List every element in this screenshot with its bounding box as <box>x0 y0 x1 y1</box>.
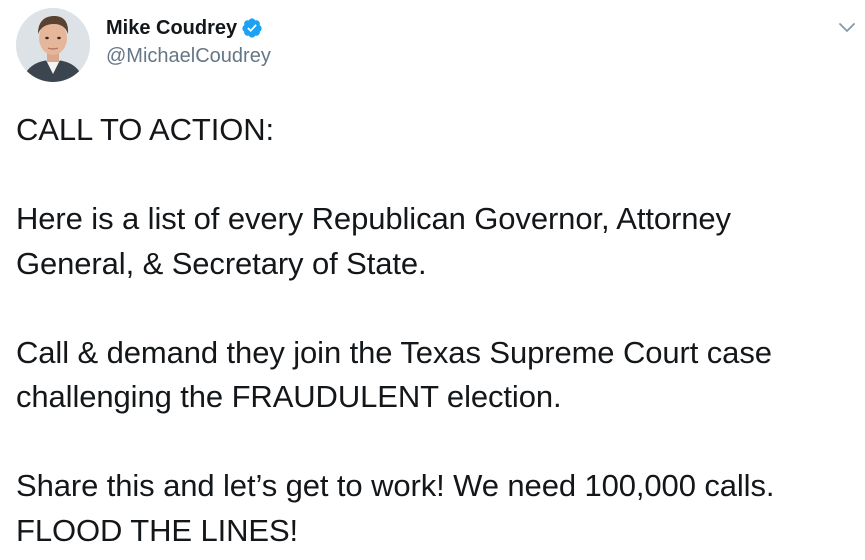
avatar[interactable] <box>16 8 90 82</box>
tweet-line: challenging the FRAUDULENT election. <box>16 379 562 414</box>
verified-badge-icon <box>241 17 263 39</box>
tweet-line: Share this and let’s get to work! We nee… <box>16 468 775 503</box>
tweet-line: CALL TO ACTION: <box>16 112 275 147</box>
tweet-spacer <box>16 286 861 331</box>
tweet-header: Mike Coudrey @MichaelCoudrey <box>16 8 271 84</box>
tweet-card: Mike Coudrey @MichaelCoudrey CALL TO ACT… <box>0 0 865 560</box>
profile-photo-icon <box>16 8 90 82</box>
display-name[interactable]: Mike Coudrey <box>106 17 237 40</box>
tweet-line: FLOOD THE LINES! <box>16 512 299 548</box>
tweet-line: General, & Secretary of State. <box>16 245 427 281</box>
handle[interactable]: @MichaelCoudrey <box>106 45 271 68</box>
author-names: Mike Coudrey @MichaelCoudrey <box>106 14 271 68</box>
tweet-text: CALL TO ACTION: Here is a list of every … <box>16 108 861 553</box>
chevron-down-icon[interactable] <box>835 16 859 40</box>
tweet-line: Here is a list of every Republican Gover… <box>16 201 731 236</box>
tweet-spacer <box>16 153 861 198</box>
display-name-row: Mike Coudrey <box>106 14 271 42</box>
tweet-spacer <box>16 420 861 465</box>
tweet-line: Call & demand they join the Texas Suprem… <box>16 334 772 370</box>
